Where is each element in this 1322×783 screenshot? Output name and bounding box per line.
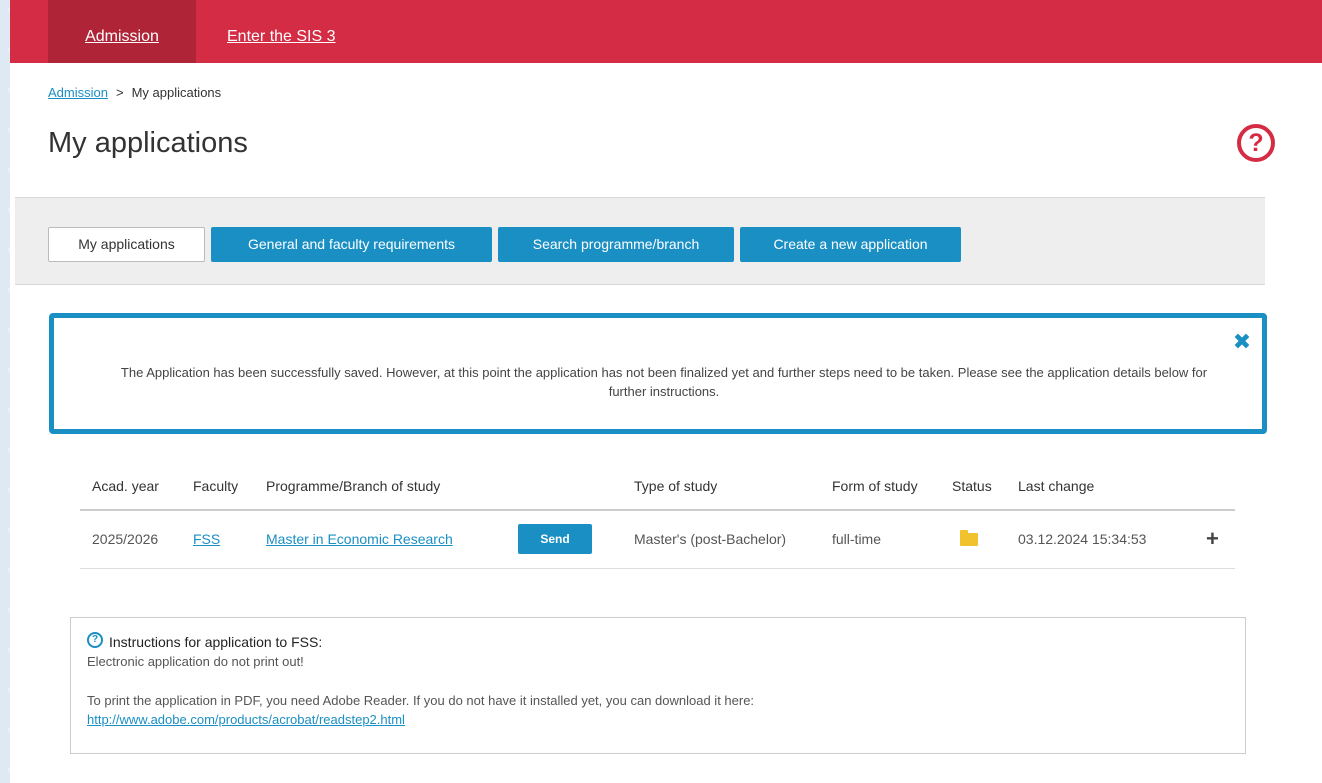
top-navbar: Admission Enter the SIS 3 — [10, 0, 1322, 63]
breadcrumb-separator: > — [115, 85, 124, 100]
tab-create-application[interactable]: Create a new application — [740, 227, 961, 262]
table-row: 2025/2026 FSS Master in Economic Researc… — [80, 510, 1235, 569]
help-icon[interactable]: ? — [1237, 124, 1275, 162]
plus-icon[interactable]: + — [1206, 528, 1219, 550]
header-faculty: Faculty — [193, 462, 266, 511]
nav-admission-link[interactable]: Admission — [48, 0, 196, 63]
folder-icon — [960, 530, 978, 547]
header-action — [518, 462, 634, 511]
cell-status — [952, 510, 1018, 569]
header-form-of-study: Form of study — [832, 462, 952, 511]
header-status: Status — [952, 462, 1018, 511]
cell-type-of-study: Master's (post-Bachelor) — [634, 510, 832, 569]
question-icon: ? — [87, 632, 103, 648]
table-header-row: Acad. year Faculty Programme/Branch of s… — [80, 462, 1235, 511]
alert-message: The Application has been successfully sa… — [120, 365, 1208, 399]
cell-form-of-study: full-time — [832, 510, 952, 569]
cell-expand: + — [1206, 510, 1235, 569]
adobe-reader-link[interactable]: http://www.adobe.com/products/acrobat/re… — [87, 712, 405, 727]
page-title: My applications — [48, 127, 248, 159]
breadcrumb-admission-link[interactable]: Admission — [48, 85, 108, 100]
instructions-line-1: Electronic application do not print out! — [87, 654, 304, 669]
success-alert: The Application has been successfully sa… — [49, 313, 1267, 434]
nav-sis-link[interactable]: Enter the SIS 3 — [227, 0, 336, 63]
cell-faculty: FSS — [193, 510, 266, 569]
tab-search-programme[interactable]: Search programme/branch — [498, 227, 734, 262]
tab-my-applications[interactable]: My applications — [48, 227, 205, 262]
faculty-link[interactable]: FSS — [193, 531, 220, 547]
breadcrumb-current: My applications — [131, 85, 222, 100]
page: Admission Enter the SIS 3 Admission > My a… — [10, 0, 1322, 783]
cell-last-change: 03.12.2024 15:34:53 — [1018, 510, 1206, 569]
tab-general-requirements[interactable]: General and faculty requirements — [211, 227, 492, 262]
header-acad-year: Acad. year — [80, 462, 193, 511]
header-last-change: Last change — [1018, 462, 1206, 511]
header-type-of-study: Type of study — [634, 462, 832, 511]
applications-table: Acad. year Faculty Programme/Branch of s… — [80, 462, 1235, 569]
breadcrumb: Admission > My applications — [48, 85, 221, 100]
programme-link[interactable]: Master in Economic Research — [266, 531, 453, 547]
send-button[interactable]: Send — [518, 524, 592, 555]
instructions-line-2: To print the application in PDF, you nee… — [87, 693, 755, 708]
header-programme: Programme/Branch of study — [266, 462, 518, 511]
cell-acad-year: 2025/2026 — [80, 510, 193, 569]
header-expand — [1206, 462, 1235, 511]
tab-bar: My applications General and faculty requ… — [15, 197, 1265, 285]
cell-programme: Master in Economic Research — [266, 510, 518, 569]
instructions-box: ? Instructions for application to FSS: E… — [70, 617, 1246, 754]
instructions-title: Instructions for application to FSS: — [109, 634, 323, 650]
close-icon[interactable]: ✖ — [1232, 331, 1252, 353]
cell-action: Send — [518, 510, 634, 569]
